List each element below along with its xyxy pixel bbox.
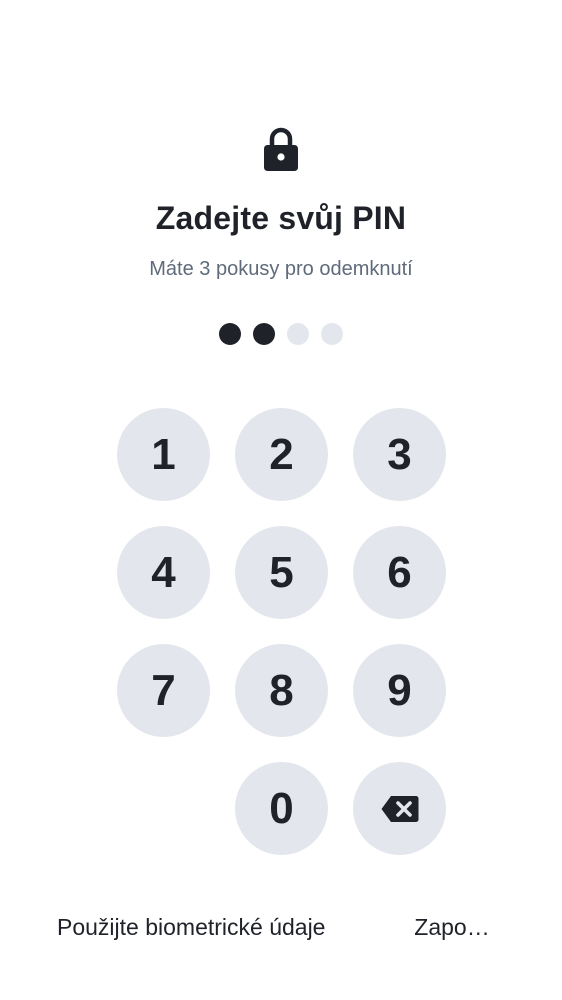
use-biometrics-link[interactable]: Použijte biometrické údaje	[57, 914, 325, 941]
key-8[interactable]: 8	[235, 644, 328, 737]
pin-indicator	[0, 323, 562, 345]
key-2[interactable]: 2	[235, 408, 328, 501]
pin-dot-4	[321, 323, 343, 345]
lock-icon	[264, 127, 298, 171]
attempts-subtitle: Máte 3 pokusy pro odemknutí	[149, 258, 413, 280]
forgot-pin-link[interactable]: Zapo…	[414, 914, 490, 941]
pin-dot-1	[219, 323, 241, 345]
key-9[interactable]: 9	[353, 644, 446, 737]
pin-dot-3	[287, 323, 309, 345]
key-1[interactable]: 1	[117, 408, 210, 501]
key-5[interactable]: 5	[235, 526, 328, 619]
key-4[interactable]: 4	[117, 526, 210, 619]
page-title: Zadejte svůj PIN	[155, 200, 407, 236]
key-6[interactable]: 6	[353, 526, 446, 619]
key-7[interactable]: 7	[117, 644, 210, 737]
pin-dot-2	[253, 323, 275, 345]
key-0[interactable]: 0	[235, 762, 328, 855]
backspace-button[interactable]	[353, 762, 446, 855]
key-3[interactable]: 3	[353, 408, 446, 501]
backspace-icon	[381, 795, 418, 822]
